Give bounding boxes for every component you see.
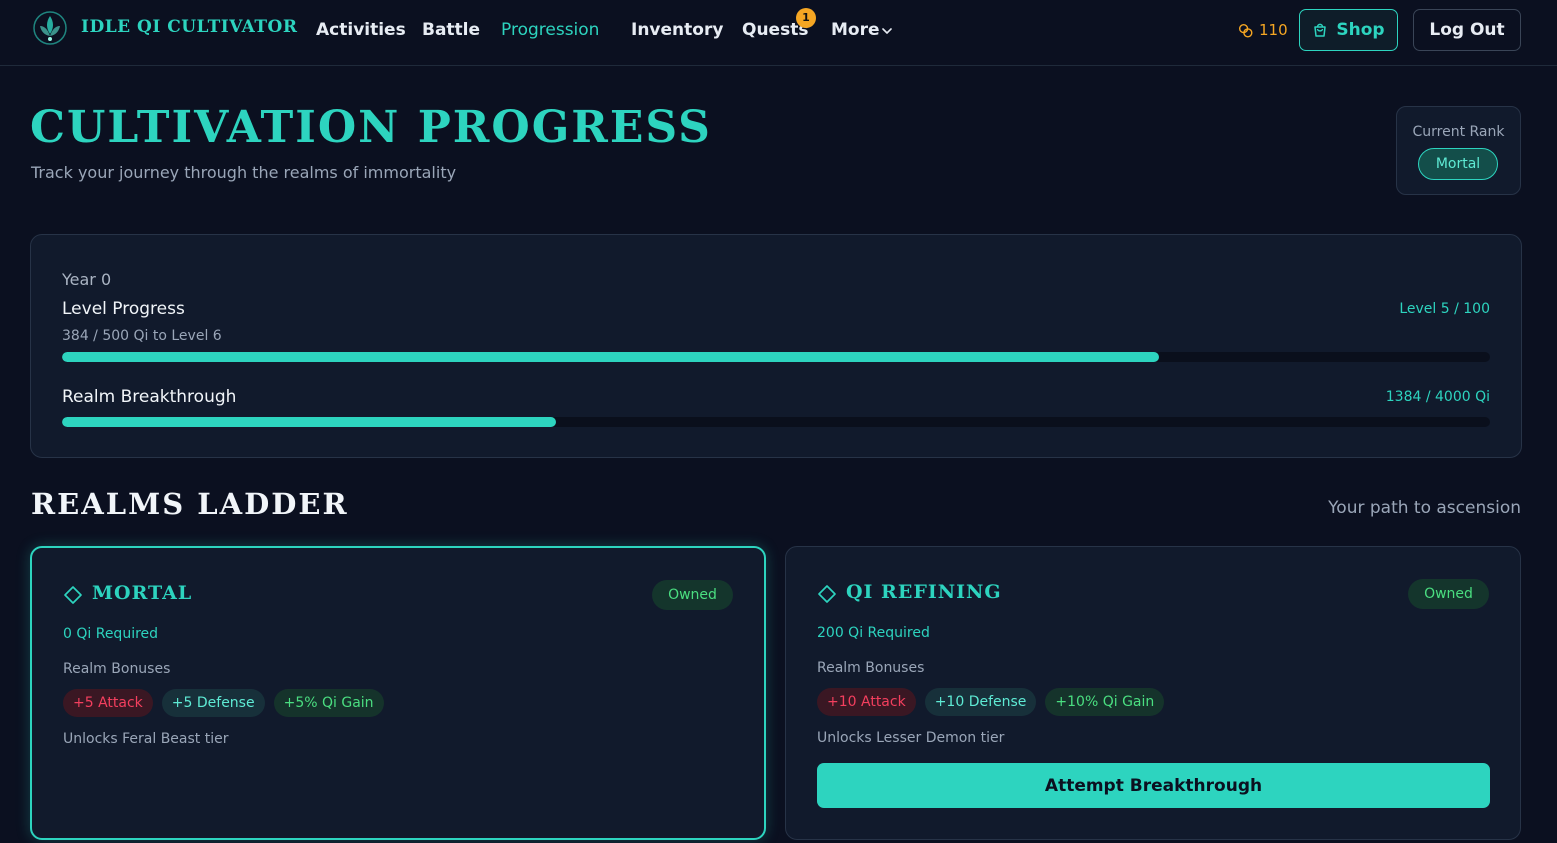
attempt-breakthrough-button[interactable]: Attempt Breakthrough [817,763,1490,808]
level-indicator: Level 5 / 100 [1399,301,1490,317]
realm-card-qi-refining[interactable]: QI REFINING Owned 200 Qi Required Realm … [785,546,1521,840]
nav-inventory[interactable]: Inventory [631,20,723,40]
unlock-text: Unlocks Lesser Demon tier [817,730,1005,746]
level-progress-fill [62,352,1159,362]
brand-name[interactable]: IDLE QI CULTIVATOR [81,17,297,37]
realm-breakthrough-fill [62,417,557,427]
quests-notification-badge: 1 [796,8,816,28]
realm-breakthrough-value: 1384 / 4000 Qi [1385,389,1490,405]
level-qi-remaining: 384 / 500 Qi to Level 6 [62,328,222,344]
nav-battle[interactable]: Battle [422,20,480,40]
realm-bonuses-label: Realm Bonuses [817,660,925,676]
realm-name: QI REFINING [846,581,1002,603]
attack-bonus-chip: +10 Attack [817,688,916,716]
coin-count: 110 [1259,21,1288,39]
qi-required: 200 Qi Required [817,625,930,641]
diamond-icon [64,586,82,604]
current-rank-badge: Mortal [1418,148,1498,180]
realm-breakthrough-bar [62,417,1490,427]
shop-label: Shop [1336,20,1385,40]
current-rank-label: Current Rank [1412,124,1505,140]
level-progress-bar [62,352,1490,362]
realm-bonuses-label: Realm Bonuses [63,661,171,677]
bonus-chips: +10 Attack +10 Defense +10% Qi Gain [817,688,1165,716]
coin-balance: 110 [1238,21,1288,39]
coins-icon [1238,23,1253,37]
bonus-chips: +5 Attack +5 Defense +5% Qi Gain [63,689,384,717]
top-nav: IDLE QI CULTIVATOR Activities Battle Pro… [0,0,1557,66]
qi-gain-bonus-chip: +10% Qi Gain [1045,688,1165,716]
attack-bonus-chip: +5 Attack [63,689,153,717]
level-progress-title: Level Progress [62,299,185,319]
shopping-bag-icon [1314,23,1327,37]
lotus-logo-icon[interactable] [32,10,68,46]
owned-badge: Owned [652,580,733,610]
realm-name: MORTAL [92,582,193,604]
realms-ladder-subtitle: Your path to ascension [1328,498,1521,518]
year-counter: Year 0 [62,270,112,289]
realm-card-mortal[interactable]: MORTAL Owned 0 Qi Required Realm Bonuses… [30,546,766,840]
unlock-text: Unlocks Feral Beast tier [63,731,229,747]
logout-button[interactable]: Log Out [1413,9,1521,51]
defense-bonus-chip: +10 Defense [924,688,1037,716]
qi-gain-bonus-chip: +5% Qi Gain [273,689,384,717]
current-rank-card: Current Rank Mortal [1396,106,1521,195]
realm-breakthrough-title: Realm Breakthrough [62,387,237,407]
page-title: CULTIVATION PROGRESS [30,102,712,153]
progress-panel: Year 0 Level Progress Level 5 / 100 384 … [30,234,1522,458]
owned-badge: Owned [1408,579,1489,609]
page-subtitle: Track your journey through the realms of… [31,163,457,182]
nav-progression[interactable]: Progression [501,20,599,40]
chevron-down-icon[interactable] [881,25,893,37]
realms-ladder-title: REALMS LADDER [31,487,349,521]
defense-bonus-chip: +5 Defense [161,689,265,717]
nav-more[interactable]: More [831,20,880,40]
diamond-icon [818,585,836,603]
qi-required: 0 Qi Required [63,626,159,642]
shop-button[interactable]: Shop [1299,9,1398,51]
nav-activities[interactable]: Activities [316,20,406,40]
